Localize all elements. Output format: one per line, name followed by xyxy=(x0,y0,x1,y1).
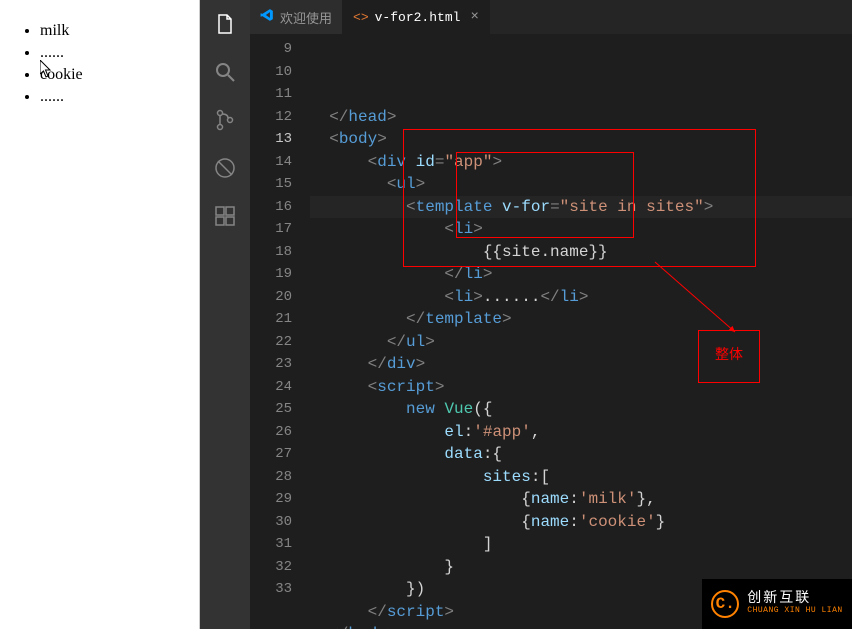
code-line[interactable]: </ul> xyxy=(310,331,852,354)
editor-body[interactable]: 9101112131415161718192021222324252627282… xyxy=(250,35,852,629)
code-line[interactable]: ] xyxy=(310,533,852,556)
code-line[interactable]: <body> xyxy=(310,128,852,151)
code-line[interactable]: <template v-for="site in sites"> xyxy=(310,196,852,219)
code-line[interactable]: {name:'cookie'} xyxy=(310,511,852,534)
source-control-icon[interactable] xyxy=(213,108,237,132)
list-item: ...... xyxy=(40,42,199,64)
tab-welcome[interactable]: 欢迎使用 xyxy=(250,0,343,34)
code-line[interactable]: </div> xyxy=(310,353,852,376)
code-line[interactable]: </li> xyxy=(310,263,852,286)
code-line[interactable]: <li> xyxy=(310,218,852,241)
tab-vfor2[interactable]: <> v-for2.html × xyxy=(343,0,490,34)
debug-icon[interactable] xyxy=(213,156,237,180)
code-line[interactable]: <li>......</li> xyxy=(310,286,852,309)
code-line[interactable]: data:{ xyxy=(310,443,852,466)
output-list: milk ...... cookie ...... xyxy=(40,20,199,108)
code-line[interactable]: new Vue({ xyxy=(310,398,852,421)
tab-bar: 欢迎使用 <> v-for2.html × xyxy=(250,0,852,35)
list-item: ...... xyxy=(40,86,199,108)
watermark-logo-icon: C. xyxy=(711,590,739,618)
code-line[interactable]: <ul> xyxy=(310,173,852,196)
code-line[interactable]: sites:[ xyxy=(310,466,852,489)
editor-area: 欢迎使用 <> v-for2.html × 910111213141516171… xyxy=(250,0,852,629)
line-gutter: 9101112131415161718192021222324252627282… xyxy=(250,35,310,629)
activity-bar xyxy=(200,0,250,629)
code-line[interactable]: {name:'milk'}, xyxy=(310,488,852,511)
code-content[interactable]: </head> <body> <div id="app"> <ul> <temp… xyxy=(310,35,852,629)
code-line[interactable]: </template> xyxy=(310,308,852,331)
code-line[interactable]: {{site.name}} xyxy=(310,241,852,264)
tab-label: v-for2.html xyxy=(375,10,461,25)
vscode-icon xyxy=(260,8,274,26)
list-item: cookie xyxy=(40,64,199,86)
code-line[interactable]: <div id="app"> xyxy=(310,151,852,174)
code-line[interactable]: el:'#app', xyxy=(310,421,852,444)
watermark-en: CHUANG XIN HU LIAN xyxy=(747,607,842,616)
watermark: C. 创新互联 CHUANG XIN HU LIAN xyxy=(702,579,852,629)
explorer-icon[interactable] xyxy=(213,12,237,36)
tab-label: 欢迎使用 xyxy=(280,8,332,27)
close-icon[interactable]: × xyxy=(470,9,478,25)
code-line[interactable]: </head> xyxy=(310,106,852,129)
watermark-text: 创新互联 CHUANG XIN HU LIAN xyxy=(747,592,842,616)
browser-output-panel: milk ...... cookie ...... xyxy=(0,0,200,629)
code-line[interactable]: <script> xyxy=(310,376,852,399)
list-item: milk xyxy=(40,20,199,42)
extensions-icon[interactable] xyxy=(213,204,237,228)
html-file-icon: <> xyxy=(353,10,369,25)
code-line[interactable]: } xyxy=(310,556,852,579)
search-icon[interactable] xyxy=(213,60,237,84)
watermark-cn: 创新互联 xyxy=(747,592,842,607)
